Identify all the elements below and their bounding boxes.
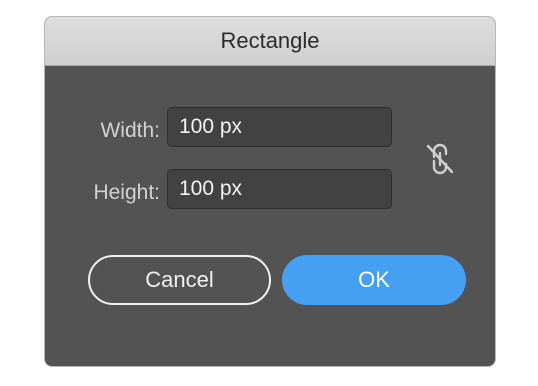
rectangle-dialog: Rectangle Width: Height: Cancel OK bbox=[45, 17, 495, 366]
width-input[interactable] bbox=[167, 107, 392, 147]
ok-button[interactable]: OK bbox=[282, 255, 466, 305]
ok-button-label: OK bbox=[358, 267, 390, 292]
width-label: Width: bbox=[100, 119, 160, 142]
height-label: Height: bbox=[93, 181, 160, 204]
dialog-title-bar[interactable]: Rectangle bbox=[45, 17, 495, 66]
cancel-button-label: Cancel bbox=[145, 267, 214, 292]
height-input[interactable] bbox=[167, 169, 392, 209]
cancel-button[interactable]: Cancel bbox=[88, 255, 271, 305]
dialog-title: Rectangle bbox=[220, 28, 320, 53]
unlinked-chain-icon[interactable] bbox=[425, 141, 455, 177]
